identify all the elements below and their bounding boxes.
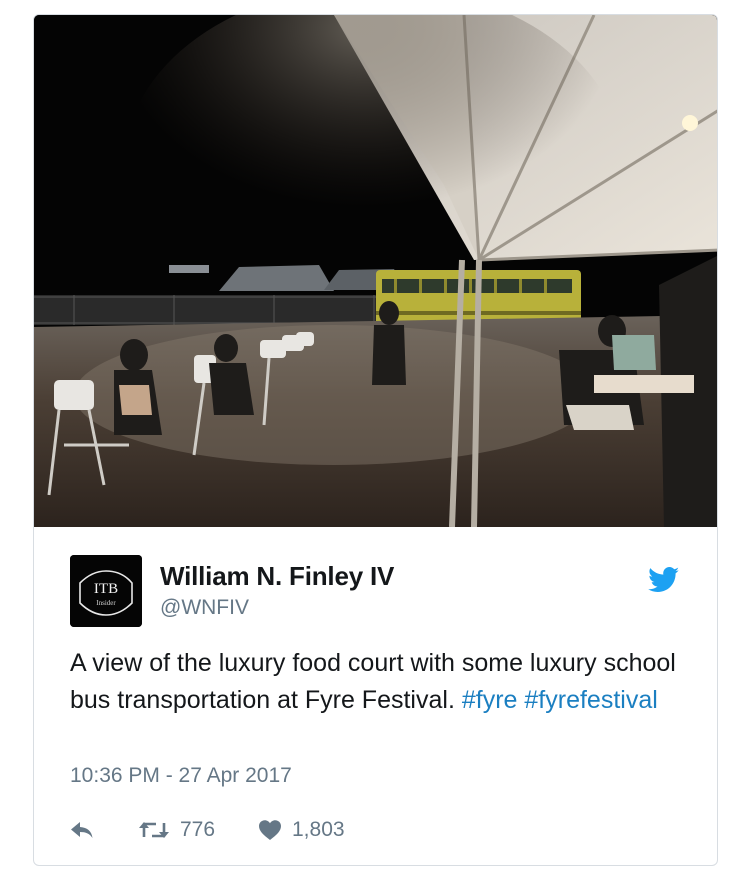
like-button[interactable]: 1,803 [258,815,345,845]
avatar-text-insider: Insider [96,599,116,607]
avatar-text-itb: ITB [94,581,118,597]
itb-insider-logo: ITB Insider [70,555,142,627]
retweet-icon [139,822,169,838]
tweet-text: A view of the luxury food court with som… [70,645,690,719]
retweet-count: 776 [180,818,216,841]
author-name[interactable]: William N. Finley IV [160,561,394,592]
festival-night-photo [34,15,717,527]
author-avatar[interactable]: ITB Insider [70,555,142,627]
tweet-timestamp[interactable]: 10:36 PM - 27 Apr 2017 [70,764,292,788]
reply-button[interactable] [70,815,94,845]
author-handle[interactable]: @WNFIV [160,596,249,620]
tweet-actions: 776 1,803 [70,815,470,845]
heart-icon [259,820,281,840]
hashtag-fyrefestival[interactable]: #fyrefestival [524,686,657,714]
hashtag-fyre[interactable]: #fyre [462,686,518,714]
retweet-button[interactable]: 776 [138,815,215,845]
like-count: 1,803 [292,818,345,841]
twitter-bird-icon[interactable] [648,567,680,593]
reply-icon [71,822,93,838]
tweet-card: ITB Insider William N. Finley IV @WNFIV … [33,14,718,866]
tweet-photo[interactable] [34,15,717,527]
